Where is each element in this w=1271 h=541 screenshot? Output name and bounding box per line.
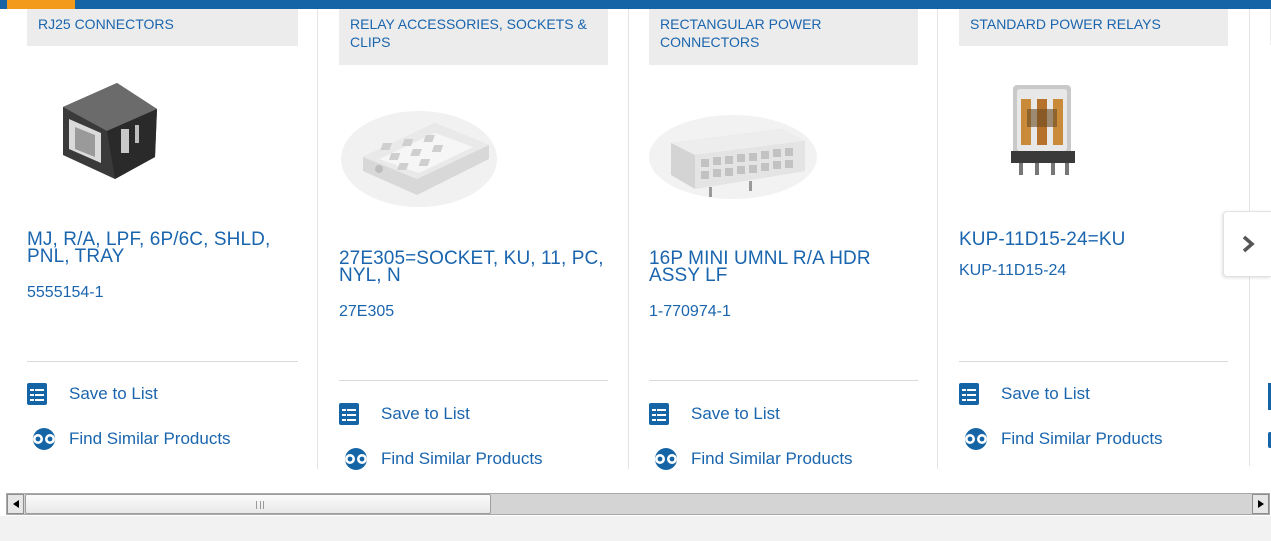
product-card: RECTANGULAR POWER CONNECTORS 16P MINI UM… [649, 9, 938, 483]
product-title[interactable]: 16P MINI UMNL R/A HDR ASSY LF [649, 249, 918, 285]
find-similar-label: Find Similar Products [1001, 429, 1163, 448]
product-card: RELAY ACCESSORIES, SOCKETS & CLIPS 27E30… [339, 9, 629, 483]
chevron-right-icon [1242, 235, 1255, 253]
save-to-list-button[interactable]: Save to List [339, 403, 470, 425]
save-to-list-label: Save to List [1001, 384, 1090, 403]
horizontal-scrollbar[interactable] [6, 493, 1270, 515]
product-card: RJ25 CONNECTORS MJ, R/A, LPF, 6P/6C, SHL… [27, 9, 318, 483]
card-divider-line [649, 380, 918, 381]
power-relay-image[interactable] [1007, 79, 1079, 179]
card-divider-line [27, 361, 298, 362]
product-title[interactable]: KUP-11D15-24=KU [959, 230, 1228, 249]
similar-products-icon [655, 448, 677, 470]
carousel-next-button[interactable] [1223, 211, 1271, 277]
save-to-list-button[interactable]: Save to List [959, 383, 1090, 405]
category-badge[interactable]: STANDARD POWER RELAYS [959, 9, 1228, 46]
save-to-list-button[interactable]: Save to List [649, 403, 780, 425]
save-to-list-label: Save to List [691, 404, 780, 423]
find-similar-button[interactable]: Find Similar Products [959, 427, 1163, 451]
part-number[interactable]: KUP-11D15-24 [959, 262, 1066, 280]
page-footer-area [0, 516, 1271, 541]
similar-products-icon [345, 448, 367, 470]
category-badge[interactable]: RJ25 CONNECTORS [27, 9, 298, 46]
part-number[interactable]: 27E305 [339, 303, 394, 321]
part-number[interactable]: 1-770974-1 [649, 303, 731, 321]
find-similar-button[interactable]: Find Similar Products [27, 427, 231, 451]
arrow-right-icon [1257, 500, 1264, 508]
card-divider-line [959, 361, 1228, 362]
active-indicator [7, 0, 75, 9]
scroll-right-button[interactable] [1252, 494, 1269, 514]
top-accent-bar [0, 0, 1271, 9]
rj25-connector-image[interactable] [55, 79, 161, 179]
scrollbar-thumb[interactable] [25, 494, 491, 514]
part-number[interactable]: 5555154-1 [27, 284, 104, 302]
product-carousel: RJ25 CONNECTORS MJ, R/A, LPF, 6P/6C, SHL… [0, 9, 1271, 483]
card-divider-line [339, 380, 608, 381]
power-connector-image[interactable] [649, 101, 819, 201]
find-similar-label: Find Similar Products [691, 449, 853, 468]
product-title[interactable]: MJ, R/A, LPF, 6P/6C, SHLD, PNL, TRAY [27, 230, 298, 266]
find-similar-button[interactable]: Find Similar Products [339, 447, 543, 471]
relay-socket-image[interactable] [339, 99, 499, 209]
product-title[interactable]: 27E305=SOCKET, KU, 11, PC, NYL, N [339, 249, 608, 285]
category-badge[interactable]: RELAY ACCESSORIES, SOCKETS & CLIPS [339, 9, 608, 65]
card-divider [317, 9, 318, 469]
similar-products-icon [33, 428, 55, 450]
card-divider [937, 9, 938, 469]
checklist-icon [959, 383, 979, 405]
grip-icon [256, 501, 264, 509]
find-similar-label: Find Similar Products [69, 429, 231, 448]
save-to-list-label: Save to List [381, 404, 470, 423]
similar-products-icon [965, 428, 987, 450]
find-similar-button[interactable]: Find Similar Products [649, 447, 853, 471]
checklist-icon [27, 383, 47, 405]
save-to-list-label: Save to List [69, 384, 158, 403]
product-card: STANDARD POWER RELAYS KUP-11D15-24=KU KU… [959, 9, 1228, 483]
checklist-icon [339, 403, 359, 425]
scroll-left-button[interactable] [7, 494, 24, 514]
category-badge[interactable]: RECTANGULAR POWER CONNECTORS [649, 9, 918, 65]
find-similar-label: Find Similar Products [381, 449, 543, 468]
checklist-icon [649, 403, 669, 425]
card-divider [628, 9, 629, 469]
save-to-list-button[interactable]: Save to List [27, 383, 158, 405]
arrow-left-icon [12, 500, 19, 508]
